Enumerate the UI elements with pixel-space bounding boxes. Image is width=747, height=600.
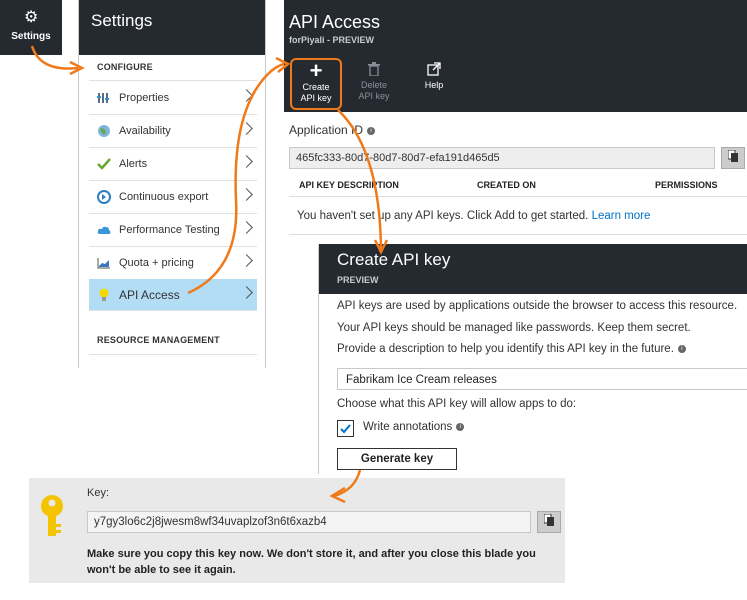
arrow-create-to-blade bbox=[337, 109, 383, 251]
arrow-api-access-to-create bbox=[187, 62, 285, 295]
arrow-settings-to-configure bbox=[30, 45, 79, 70]
annotation-arrows bbox=[30, 45, 389, 504]
